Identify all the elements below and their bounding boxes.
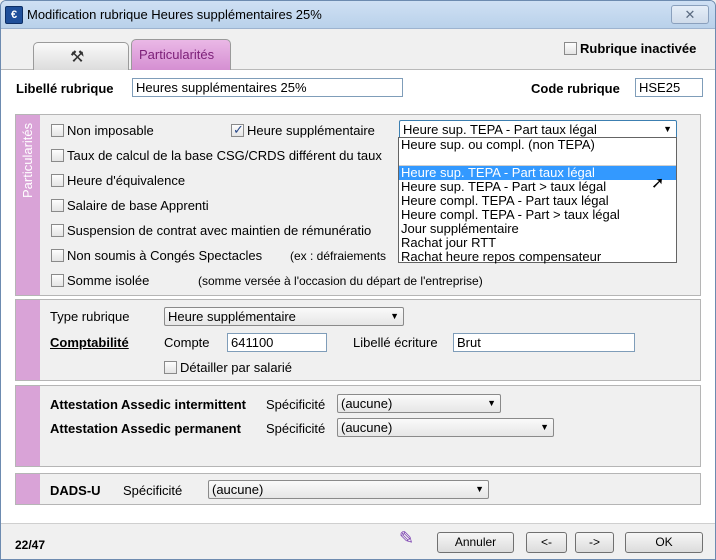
- dropdown-option-selected[interactable]: Heure sup. TEPA - Part taux légal: [399, 166, 676, 180]
- suspension-checkbox[interactable]: Suspension de contrat avec maintien de r…: [51, 223, 371, 238]
- specificite-label: Spécificité: [266, 397, 326, 412]
- suspension-label: Suspension de contrat avec maintien de r…: [67, 223, 372, 238]
- dropdown-option[interactable]: Heure sup. TEPA - Part > taux légal: [399, 180, 676, 194]
- chevron-down-icon: ▼: [487, 398, 496, 408]
- bottom-bar: 22/47 ✎ Annuler <- -> OK: [1, 523, 715, 559]
- libelle-input[interactable]: Heures supplémentaires 25%: [132, 78, 403, 97]
- heure-sup-dropdown-list: Heure sup. ou compl. (non TEPA) Heure su…: [398, 137, 677, 264]
- taux-csg-checkbox[interactable]: Taux de calcul de la base CSG/CRDS diffé…: [51, 148, 382, 163]
- close-button[interactable]: ✕: [671, 5, 709, 24]
- checkbox-box: [231, 122, 244, 138]
- particularites-side-label: Particularités: [20, 123, 35, 199]
- dropdown-option[interactable]: Heure compl. TEPA - Part > taux légal: [399, 208, 676, 222]
- heure-equiv-checkbox[interactable]: Heure d'équivalence: [51, 173, 185, 188]
- tab-particularites[interactable]: Particularités: [131, 39, 231, 70]
- dialog-window: € Modification rubrique Heures supplémen…: [0, 0, 716, 560]
- next-button[interactable]: ->: [575, 532, 614, 553]
- assedic-section: Attestation Assedic intermittent Spécifi…: [15, 385, 701, 467]
- assedic-permanent-label: Attestation Assedic permanent: [50, 421, 241, 436]
- window-title: Modification rubrique Heures supplémenta…: [27, 7, 322, 22]
- type-rubrique-label: Type rubrique: [50, 309, 130, 324]
- comptabilite-link[interactable]: Comptabilité: [50, 335, 129, 350]
- heure-sup-checkbox[interactable]: Heure supplémentaire: [231, 122, 375, 138]
- mouse-cursor-icon: ➚: [651, 175, 665, 192]
- tab-particularites-label: Particularités: [139, 47, 215, 62]
- record-counter: 22/47: [15, 538, 46, 552]
- type-rubrique-combo[interactable]: Heure supplémentaire ▼: [164, 307, 404, 326]
- previous-button[interactable]: <-: [526, 532, 567, 553]
- cancel-button[interactable]: Annuler: [437, 532, 514, 553]
- libelle-ecriture-label: Libellé écriture: [353, 335, 438, 350]
- section-band: Particularités: [16, 115, 40, 295]
- tool-icon: ⚒: [70, 49, 85, 66]
- section-band: [16, 386, 40, 466]
- combo-value: (aucune): [212, 482, 264, 497]
- detailler-checkbox[interactable]: Détailler par salarié: [164, 360, 292, 375]
- title-bar[interactable]: € Modification rubrique Heures supplémen…: [1, 1, 715, 29]
- checkbox-box: [564, 42, 577, 55]
- libelle-label: Libellé rubrique: [16, 81, 114, 96]
- heure-equiv-label: Heure d'équivalence: [67, 173, 186, 188]
- code-label: Code rubrique: [531, 81, 620, 96]
- checkbox-box: [164, 361, 177, 374]
- dropdown-separator: [399, 152, 676, 166]
- checkbox-box: [51, 149, 64, 162]
- checkbox-box: [51, 274, 64, 287]
- taux-csg-label: Taux de calcul de la base CSG/CRDS diffé…: [67, 148, 382, 163]
- assedic-permanent-combo[interactable]: (aucune) ▼: [337, 418, 554, 437]
- inactive-checkbox[interactable]: Rubrique inactivée: [564, 41, 696, 56]
- app-icon: €: [5, 6, 23, 24]
- combo-value: (aucune): [341, 420, 393, 435]
- conges-label: Non soumis à Congés Spectacles: [67, 248, 263, 263]
- dropdown-option[interactable]: Rachat heure repos compensateur: [399, 250, 676, 264]
- section-band: [16, 474, 40, 504]
- heure-sup-label: Heure supplémentaire: [247, 123, 375, 138]
- inactive-label: Rubrique inactivée: [580, 41, 697, 56]
- dropdown-option[interactable]: Jour supplémentaire: [399, 222, 676, 236]
- dads-combo[interactable]: (aucune) ▼: [208, 480, 489, 499]
- tab-strip: ⚒ Particularités Rubrique inactivée: [1, 30, 715, 70]
- salaire-apprenti-label: Salaire de base Apprenti: [67, 198, 209, 213]
- assedic-intermittent-label: Attestation Assedic intermittent: [50, 397, 246, 412]
- combo-value: Heure sup. TEPA - Part taux légal: [403, 122, 597, 137]
- section-band: [16, 300, 40, 380]
- dropdown-option[interactable]: Rachat jour RTT: [399, 236, 676, 250]
- pen-icon[interactable]: ✎: [399, 528, 414, 549]
- somme-isolee-checkbox[interactable]: Somme isolée: [51, 273, 149, 288]
- checkbox-box: [51, 174, 64, 187]
- compte-label: Compte: [164, 335, 210, 350]
- tab-general[interactable]: ⚒: [33, 42, 129, 70]
- dropdown-option[interactable]: Heure sup. ou compl. (non TEPA): [399, 138, 676, 152]
- specificite-label: Spécificité: [266, 421, 326, 436]
- combo-value: Heure supplémentaire: [168, 309, 296, 324]
- checkbox-box: [51, 124, 64, 137]
- dads-label: DADS-U: [50, 483, 101, 498]
- detailler-label: Détailler par salarié: [180, 360, 292, 375]
- somme-isolee-label: Somme isolée: [67, 273, 150, 288]
- conges-note: (ex : défraiements: [290, 249, 387, 263]
- assedic-intermittent-combo[interactable]: (aucune) ▼: [337, 394, 501, 413]
- non-imposable-checkbox[interactable]: Non imposable: [51, 123, 154, 138]
- compte-input[interactable]: 641100: [227, 333, 327, 352]
- somme-note: (somme versée à l'occasion du départ de …: [198, 274, 483, 288]
- chevron-down-icon: ▼: [390, 311, 399, 321]
- checkbox-box: [51, 249, 64, 262]
- dads-section: DADS-U Spécificité (aucune) ▼: [15, 473, 701, 505]
- ok-button[interactable]: OK: [625, 532, 703, 553]
- dads-specificite-label: Spécificité: [123, 483, 183, 498]
- chevron-down-icon: ▼: [540, 422, 549, 432]
- checkbox-box: [51, 224, 64, 237]
- combo-value: (aucune): [341, 396, 393, 411]
- salaire-apprenti-checkbox[interactable]: Salaire de base Apprenti: [51, 198, 209, 213]
- code-input[interactable]: HSE25: [635, 78, 703, 97]
- conges-checkbox[interactable]: Non soumis à Congés Spectacles: [51, 248, 262, 263]
- chevron-down-icon: ▼: [663, 124, 672, 134]
- checkbox-box: [51, 199, 64, 212]
- chevron-down-icon: ▼: [475, 484, 484, 494]
- dialog-content: ⚒ Particularités Rubrique inactivée Libe…: [1, 30, 715, 559]
- type-section: Type rubrique Heure supplémentaire ▼ Com…: [15, 299, 701, 381]
- dropdown-option[interactable]: Heure compl. TEPA - Part taux légal: [399, 194, 676, 208]
- libelle-ecriture-input[interactable]: Brut: [453, 333, 635, 352]
- non-imposable-label: Non imposable: [67, 123, 154, 138]
